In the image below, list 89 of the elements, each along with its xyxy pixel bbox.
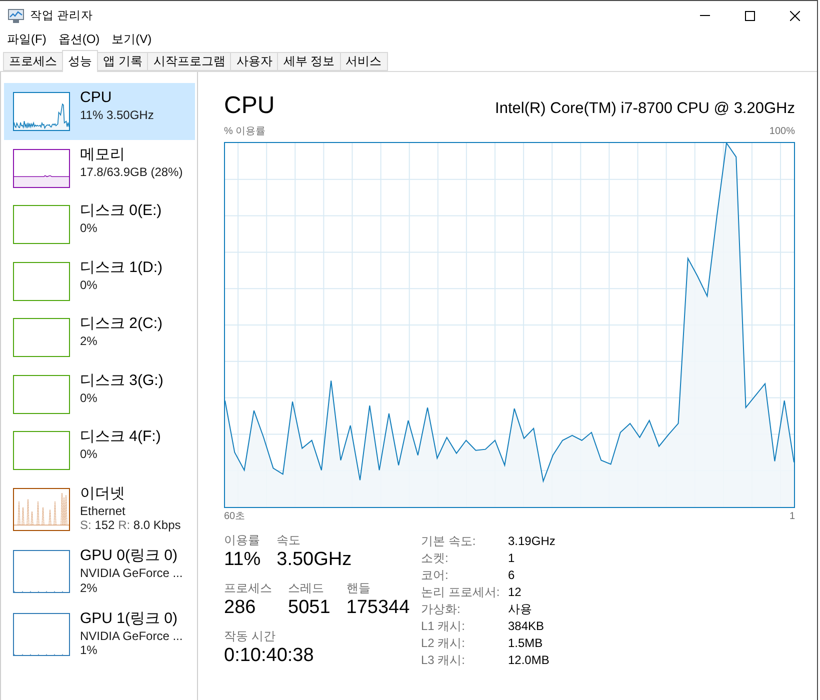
tab[interactable]: 성능 xyxy=(62,50,98,72)
axis-max-label: 100% xyxy=(769,126,795,138)
spec-label: 코어: xyxy=(421,567,448,584)
spec-value: 사용 xyxy=(508,601,532,617)
spec-value: 6 xyxy=(508,567,515,584)
sidebar-item[interactable]: 디스크 2(C:) 2% xyxy=(4,309,195,366)
spec-label: 가상화: xyxy=(421,601,460,617)
close-icon xyxy=(790,10,800,20)
sidebar-item[interactable]: 디스크 3(G:) 0% xyxy=(4,366,195,422)
stat-label: 이용률 xyxy=(224,532,261,548)
stat-label: 스레드 xyxy=(288,580,325,596)
monitor-graph-icon xyxy=(8,8,24,22)
sidebar-item[interactable]: 메모리 17.8/63.9GB (28%) xyxy=(4,140,195,196)
sidebar-item-detail: 0% xyxy=(80,390,98,405)
sidebar-item-title: 디스크 1(D:) xyxy=(80,258,162,278)
sidebar-item[interactable]: 이더넷 Ethernet S: 152 R: 8.0 Kbps xyxy=(4,478,195,541)
window-title: 작업 관리자 xyxy=(30,9,94,23)
usage-sparkline xyxy=(13,612,70,656)
stat-label: 속도 xyxy=(276,532,302,548)
spec-value: 1.5MB xyxy=(508,634,543,651)
panel-title: CPU xyxy=(224,91,275,121)
sidebar-item-detail: 1% xyxy=(80,643,98,658)
sidebar-item-detail: 2% xyxy=(80,334,98,348)
time-span-label: 60초 xyxy=(224,511,246,523)
stat-value: 3.50GHz xyxy=(276,548,352,572)
sidebar-item-title: 이더넷 xyxy=(80,484,126,504)
tab[interactable]: 앱 기록 xyxy=(97,52,148,71)
sidebar-item-detail: 0% xyxy=(80,278,98,292)
spec-label: L3 캐시: xyxy=(421,652,466,668)
usage-sparkline xyxy=(13,374,70,414)
sidebar-item-title: 디스크 3(G:) xyxy=(80,370,164,390)
sidebar-item[interactable]: GPU 0(링크 0) NVIDIA GeForce ... 2% xyxy=(4,541,195,604)
spec-value: 1 xyxy=(508,550,515,566)
spec-value: 3.19GHz xyxy=(508,533,556,550)
usage-sparkline xyxy=(13,550,70,593)
spec-label: 소켓: xyxy=(421,550,448,566)
sidebar-item-title: 디스크 4(F:) xyxy=(80,427,161,447)
processor-name: Intel(R) Core(TM) i7-8700 CPU @ 3.20GHz xyxy=(495,99,795,119)
spec-label: 기본 속도: xyxy=(421,533,476,550)
sidebar-item-detail: 0% xyxy=(80,221,98,236)
spec-label: L2 캐시: xyxy=(421,634,466,651)
sidebar-item[interactable]: GPU 1(링크 0) NVIDIA GeForce ... 1% xyxy=(4,604,195,666)
sidebar-item[interactable]: 디스크 4(F:) 0% xyxy=(4,422,195,478)
usage-sparkline xyxy=(13,431,70,470)
sidebar-item[interactable]: 디스크 1(D:) 0% xyxy=(4,252,195,309)
stat-value: 286 xyxy=(224,596,257,620)
usage-sparkline xyxy=(13,148,70,188)
tab[interactable]: 세부 정보 xyxy=(277,52,341,71)
sidebar-item-title: 디스크 0(E:) xyxy=(80,201,162,221)
sidebar-item-title: CPU xyxy=(80,88,113,108)
sidebar-item-detail: NVIDIA GeForce ... xyxy=(80,566,183,580)
stat-label: 프로세스 xyxy=(224,580,272,596)
tab[interactable]: 시작프로그램 xyxy=(147,52,232,71)
axis-label: % 이용률 xyxy=(224,126,266,138)
usage-sparkline xyxy=(13,262,70,300)
tab[interactable]: 프로세스 xyxy=(3,52,63,71)
sidebar-item-detail: 0% xyxy=(80,447,98,462)
sidebar-item-detail: Ethernet xyxy=(80,504,126,518)
sidebar-item-title: 디스크 2(C:) xyxy=(80,314,162,334)
sidebar-item-detail: 11% 3.50GHz xyxy=(80,108,154,122)
tab[interactable]: 서비스 xyxy=(340,52,388,71)
usage-sparkline xyxy=(13,205,70,244)
sidebar-item[interactable]: CPU 11% 3.50GHz xyxy=(4,83,195,140)
sidebar-item-detail: 17.8/63.9GB (28%) xyxy=(80,164,183,179)
tab[interactable]: 사용자 xyxy=(230,52,278,71)
usage-sparkline xyxy=(13,488,70,530)
stat-value: 11% xyxy=(224,548,261,572)
sidebar-item-title: GPU 0(링크 0) xyxy=(80,546,179,566)
usage-sparkline xyxy=(13,92,70,131)
usage-sparkline xyxy=(13,318,70,357)
network-rate-text: S: 152 R: 8.0 Kbps xyxy=(80,518,181,532)
sidebar-item-detail: 2% xyxy=(80,580,98,595)
spec-value: 12.0MB xyxy=(508,652,550,668)
minimize-icon xyxy=(700,15,710,16)
axis-end-label: 1 xyxy=(789,511,795,523)
spec-value: 384KB xyxy=(508,618,544,634)
sidebar-item[interactable]: 디스크 0(E:) 0% xyxy=(4,196,195,252)
sidebar-item-title: GPU 1(링크 0) xyxy=(80,608,179,628)
maximize-icon xyxy=(744,10,754,20)
sidebar-item-title: 메모리 xyxy=(80,144,126,164)
spec-label: L1 캐시: xyxy=(421,618,466,634)
sidebar-item-detail: NVIDIA GeForce ... xyxy=(80,628,183,643)
stat-value: 175344 xyxy=(346,596,410,620)
spec-value: 12 xyxy=(508,584,522,600)
stat-value: 5051 xyxy=(288,596,330,620)
spec-label: 논리 프로세서: xyxy=(421,584,500,600)
stat-value: 0:10:40:38 xyxy=(224,644,314,668)
stat-label: 작동 시간 xyxy=(224,628,276,644)
stat-label: 핸들 xyxy=(346,580,372,596)
